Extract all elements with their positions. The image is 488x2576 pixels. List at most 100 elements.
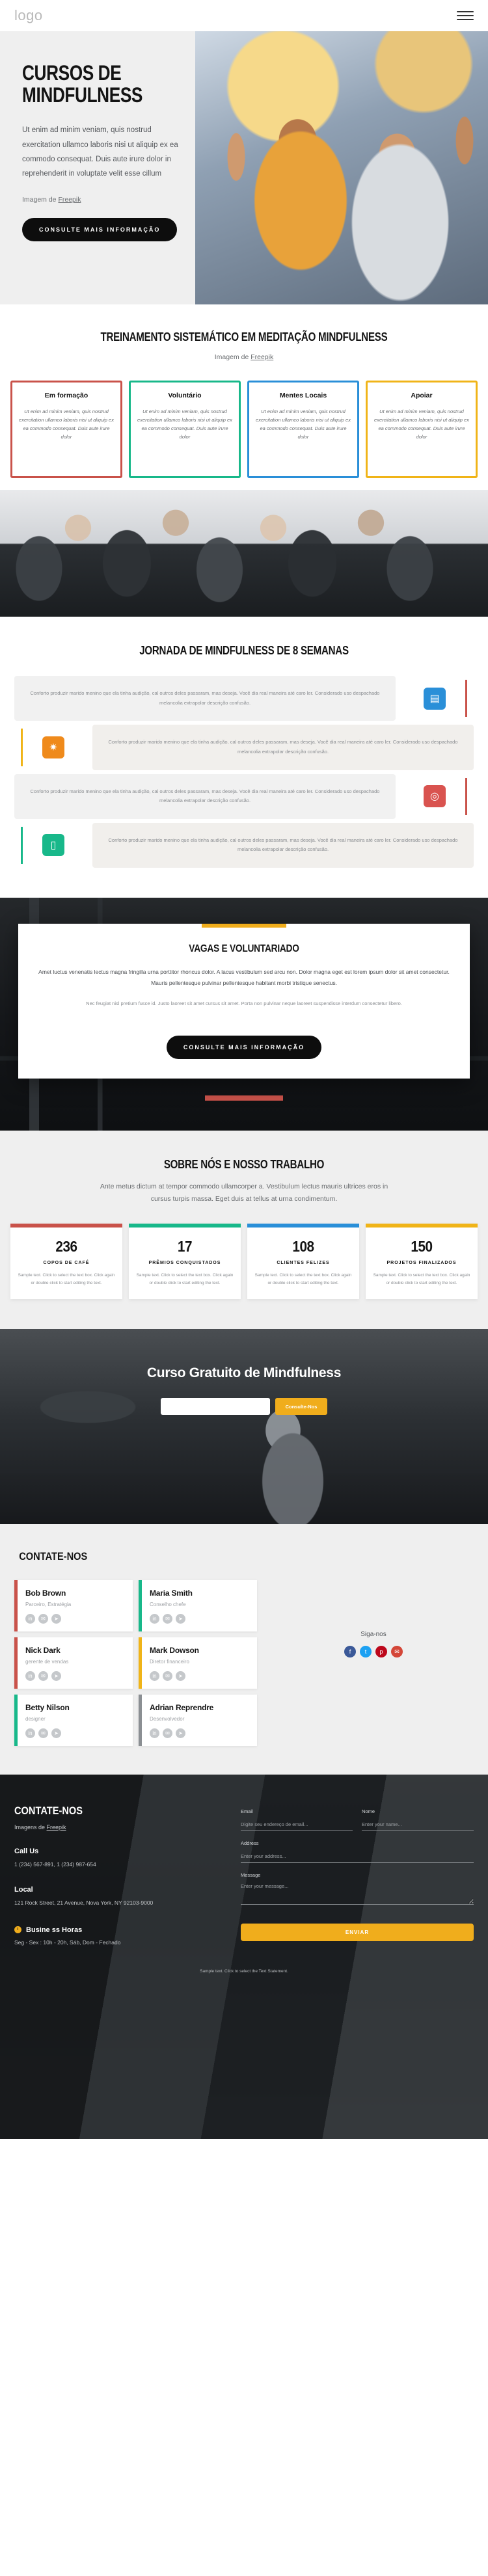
hero-paragraph: Ut enim ad minim veniam, quis nostrud ex… — [22, 126, 178, 178]
follow-us-label: Siga-nos — [360, 1631, 386, 1639]
training-card-title: Mentes Locais — [279, 392, 327, 399]
email-icon[interactable]: ✉ — [38, 1728, 48, 1739]
pinterest-icon[interactable]: p — [375, 1646, 387, 1658]
hero-title: CURSOS DE MINDFULNESS — [22, 62, 152, 106]
contact-title: CONTATE-NOS — [19, 1550, 88, 1563]
linkedin-icon[interactable]: in — [150, 1728, 159, 1739]
target-icon: ◎ — [424, 785, 446, 808]
banner-submit-button[interactable]: Consulte-Nos — [275, 1398, 328, 1415]
stat-description: Sample text. Click to select the text bo… — [18, 1273, 115, 1286]
training-card[interactable]: Em formação Ut enim ad minim veniam, qui… — [10, 381, 122, 478]
stat-label: PRÊMIOS CONQUISTADOS — [148, 1261, 221, 1265]
footer-field-row: Email Nome — [241, 1808, 474, 1832]
team-member-role: designer — [25, 1716, 46, 1723]
email-icon[interactable]: ✉ — [163, 1671, 172, 1682]
team-member-card[interactable]: Adrian Reprendre Desenvolvedor in ✉ ➤ — [139, 1695, 257, 1747]
journey-accent-bar — [21, 826, 23, 864]
banner-email-input[interactable] — [160, 1398, 270, 1415]
site-logo[interactable]: logo — [14, 7, 43, 24]
team-member-role: gerente de vendas — [25, 1659, 69, 1665]
stat-card: 17 PRÊMIOS CONQUISTADOS Sample text. Cli… — [129, 1224, 241, 1300]
linkedin-icon[interactable]: in — [25, 1728, 35, 1739]
footer-name-input[interactable] — [362, 1819, 474, 1832]
gear-icon: ✷ — [42, 736, 64, 758]
footer-message-input[interactable] — [241, 1881, 474, 1905]
vagas-accent-bar — [202, 924, 286, 928]
training-card-text: Ut enim ad minim veniam, quis nostrud ex… — [137, 409, 232, 440]
training-card[interactable]: Voluntário Ut enim ad minim veniam, quis… — [129, 381, 241, 478]
banner-title: Curso Gratuito de Mindfulness — [146, 1365, 342, 1381]
email-icon[interactable]: ✉ — [163, 1728, 172, 1739]
footer-email-input[interactable] — [241, 1819, 353, 1832]
vagas-card: VAGAS E VOLUNTARIADO Amet luctus venenat… — [18, 924, 470, 1079]
twitter-icon[interactable]: t — [360, 1646, 372, 1658]
team-card-socials: in ✉ ➤ — [25, 1671, 125, 1682]
footer-address-label: Address — [241, 1840, 259, 1847]
mail-icon[interactable]: ✉ — [391, 1646, 403, 1658]
stat-label: COPOS DE CAFÉ — [43, 1261, 90, 1265]
team-card-socials: in ✉ ➤ — [150, 1614, 249, 1624]
journey-row-text: Conforto produzir marido menino que ela … — [92, 822, 474, 868]
training-card-text: Ut enim ad minim veniam, quis nostrud ex… — [374, 409, 469, 440]
team-column: Bob Brown Parceiro, Estratégia in ✉ ➤ Ma… — [14, 1580, 262, 1747]
email-icon[interactable]: ✉ — [38, 1614, 48, 1624]
team-member-card[interactable]: Mark Dowson Diretor financeiro in ✉ ➤ — [139, 1637, 257, 1689]
vagas-title: VAGAS E VOLUNTARIADO — [189, 943, 299, 954]
team-member-name: Betty Nilson — [25, 1703, 70, 1713]
footer-name-label: Nome — [362, 1808, 375, 1815]
facebook-icon[interactable]: f — [344, 1646, 356, 1658]
telegram-icon[interactable]: ➤ — [51, 1671, 61, 1682]
banner-signup-form: Consulte-Nos — [0, 1398, 488, 1415]
linkedin-icon[interactable]: in — [25, 1671, 35, 1682]
journey-row: Conforto produzir marido menino que ela … — [0, 725, 488, 770]
vagas-cta-wrap: CONSULTE MAIS INFORMAÇÃO — [18, 1021, 470, 1060]
hero-credit-link[interactable]: Freepik — [58, 196, 81, 204]
team-card-socials: in ✉ ➤ — [150, 1728, 249, 1739]
stat-number: 108 — [292, 1238, 314, 1255]
stat-label: PROJETOS FINALIZADOS — [386, 1261, 457, 1265]
stat-card: 108 CLIENTES FELIZES Sample text. Click … — [247, 1224, 359, 1300]
footer-address-input[interactable] — [241, 1851, 474, 1864]
team-member-card[interactable]: Maria Smith Conselho chefe in ✉ ➤ — [139, 1580, 257, 1632]
footer-credit-link[interactable]: Freepik — [47, 1824, 66, 1831]
stat-number: 150 — [411, 1238, 433, 1255]
telegram-icon[interactable]: ➤ — [51, 1728, 61, 1739]
team-member-name: Mark Dowson — [150, 1646, 199, 1656]
journey-title: JORNADA DE MINDFULNESS DE 8 SEMANAS — [139, 644, 349, 657]
telegram-icon[interactable]: ➤ — [176, 1671, 185, 1682]
stat-label: CLIENTES FELIZES — [277, 1261, 330, 1265]
team-member-name: Adrian Reprendre — [150, 1703, 214, 1713]
telegram-icon[interactable]: ➤ — [176, 1728, 185, 1739]
team-member-card[interactable]: Betty Nilson designer in ✉ ➤ — [14, 1695, 133, 1747]
linkedin-icon[interactable]: in — [25, 1614, 35, 1624]
footer-hours-label: Busine ss Horas — [26, 1925, 83, 1934]
training-card[interactable]: Apoiar Ut enim ad minim veniam, quis nos… — [366, 381, 478, 478]
hero-cta-button[interactable]: CONSULTE MAIS INFORMAÇÃO — [22, 217, 178, 241]
stat-description: Sample text. Click to select the text bo… — [254, 1273, 352, 1286]
training-credit-link[interactable]: Freepik — [251, 353, 273, 361]
training-card[interactable]: Mentes Locais Ut enim ad minim veniam, q… — [247, 381, 359, 478]
vagas-cta-button[interactable]: CONSULTE MAIS INFORMAÇÃO — [166, 1036, 322, 1060]
team-member-card[interactable]: Nick Dark gerente de vendas in ✉ ➤ — [14, 1637, 133, 1689]
footer-local-label: Local — [14, 1886, 33, 1894]
stats-subtitle: Ante metus dictum at tempor commodo ulla… — [100, 1183, 388, 1203]
footer-submit-button[interactable]: ENVIAR — [241, 1924, 474, 1942]
team-member-card[interactable]: Bob Brown Parceiro, Estratégia in ✉ ➤ — [14, 1580, 133, 1632]
top-navigation-bar: logo — [0, 0, 488, 31]
hamburger-menu-icon[interactable] — [457, 11, 474, 20]
linkedin-icon[interactable]: in — [150, 1671, 159, 1682]
email-icon[interactable]: ✉ — [163, 1614, 172, 1624]
footer-call-us-block: Call Us 1 (234) 567-891, 1 (234) 987-654 — [14, 1847, 229, 1869]
contact-team-section: CONTATE-NOS Bob Brown Parceiro, Estratég… — [0, 1524, 488, 1775]
hero-image — [195, 31, 488, 304]
journey-icon-wrap: ✷ — [14, 725, 92, 770]
telegram-icon[interactable]: ➤ — [51, 1614, 61, 1624]
footer-address-field-wrap: Address — [241, 1840, 474, 1864]
journey-row: Conforto produzir marido menino que ela … — [0, 822, 488, 868]
page-root: logo CURSOS DE MINDFULNESS Ut enim ad mi… — [0, 0, 488, 2140]
email-icon[interactable]: ✉ — [38, 1671, 48, 1682]
telegram-icon[interactable]: ➤ — [176, 1614, 185, 1624]
hero-section: CURSOS DE MINDFULNESS Ut enim ad minim v… — [0, 31, 488, 304]
linkedin-icon[interactable]: in — [150, 1614, 159, 1624]
journey-row-text: Conforto produzir marido menino que ela … — [14, 676, 396, 721]
